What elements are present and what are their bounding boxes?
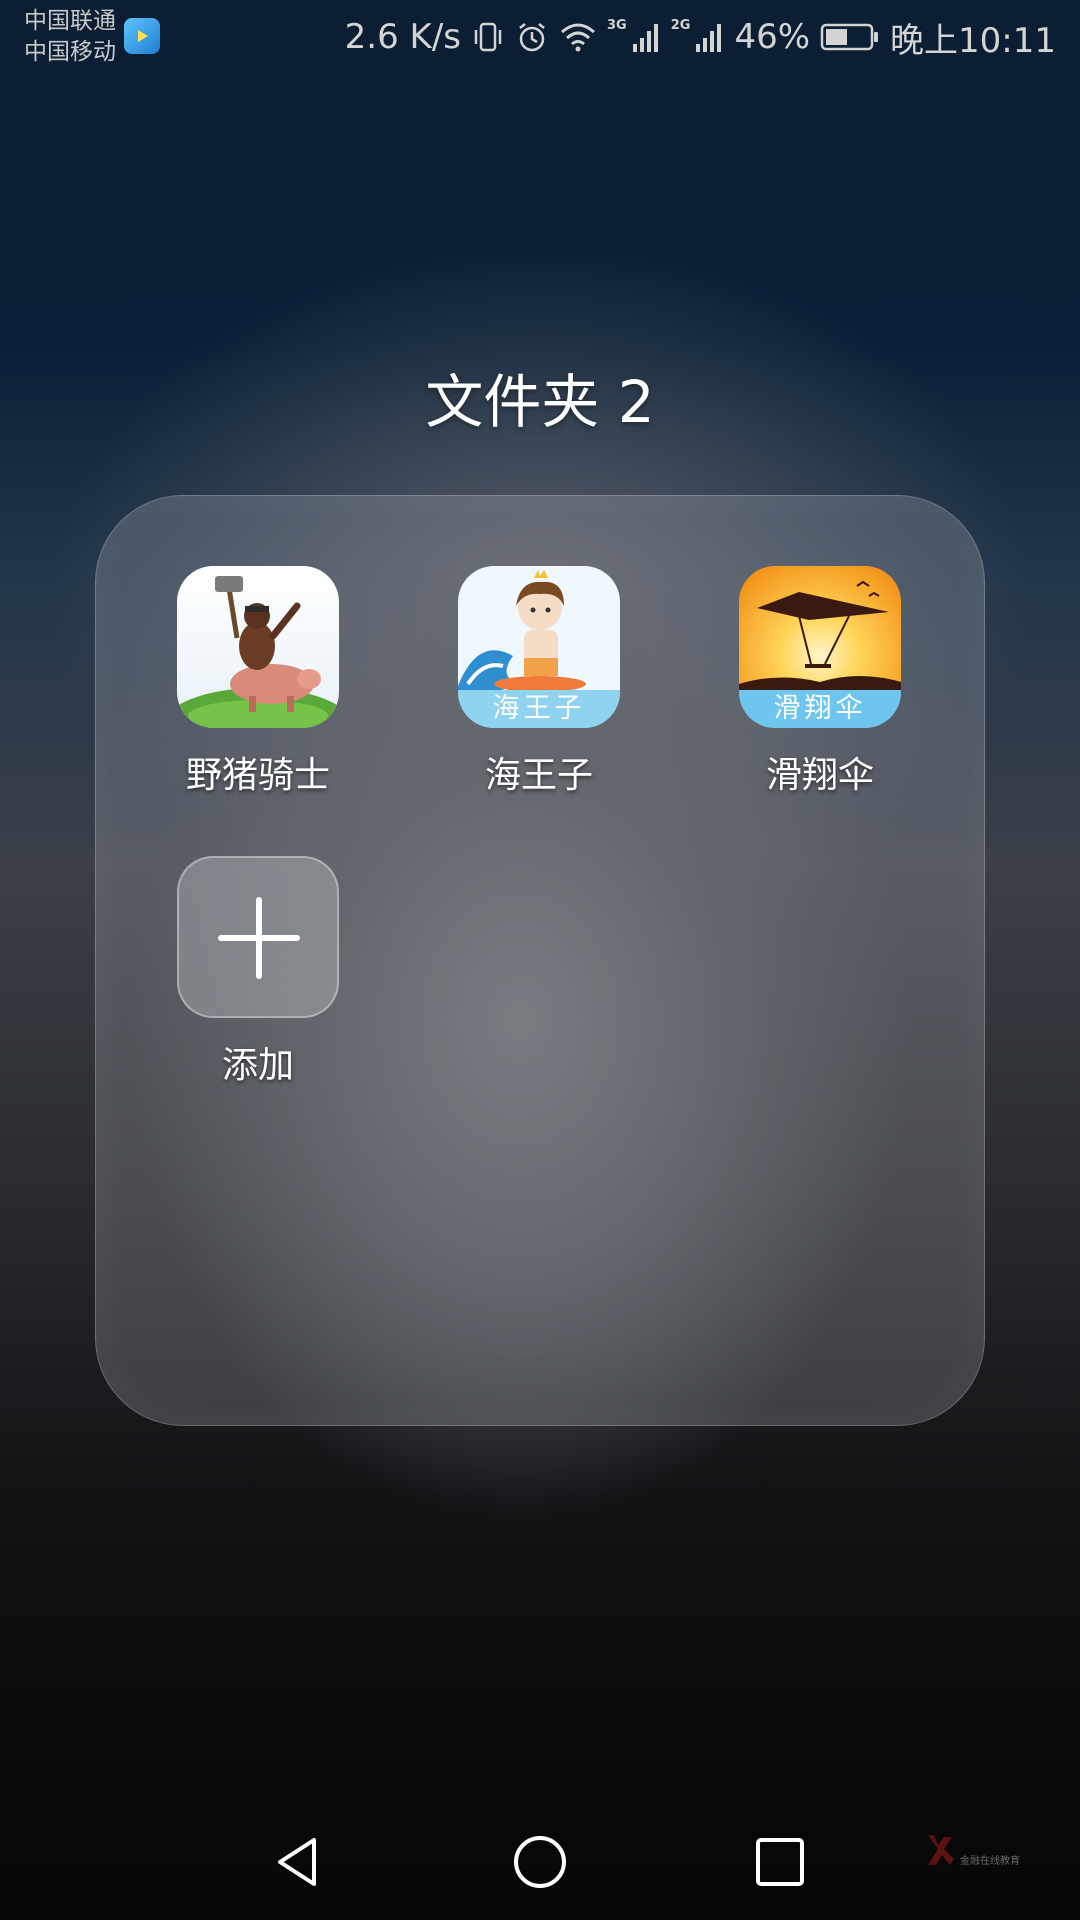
battery-percent: 46% (734, 17, 811, 57)
video-app-notification-icon (124, 18, 160, 54)
sea-prince-app-icon[interactable]: 海王子 (458, 566, 620, 728)
icon-caption: 滑翔伞 (773, 693, 867, 724)
network-type-1: 3G (607, 17, 627, 33)
recents-icon[interactable] (750, 1832, 810, 1892)
network-type-2: 2G (670, 17, 691, 33)
signal-icon (631, 20, 661, 54)
add-app-button[interactable]: 添加 (158, 856, 358, 1088)
add-label: 添加 (221, 1045, 294, 1086)
back-icon[interactable] (270, 1832, 330, 1892)
app-label: 野猪骑士 (185, 755, 330, 796)
vibrate-icon (471, 20, 505, 54)
signal-icon (694, 20, 724, 54)
hang-glider-app-icon[interactable]: 滑翔伞 (739, 566, 901, 728)
alarm-icon (515, 20, 549, 54)
carrier-2: 中国移动 (24, 39, 116, 65)
carrier-info: 中国联通 中国移动 (24, 6, 116, 68)
watermark-logo: 金融在线教育 (924, 1830, 1020, 1870)
navigation-bar: 金融在线教育 (0, 1800, 1080, 1920)
folder-title[interactable]: 文件夹 2 (0, 355, 1080, 439)
status-bar: 中国联通 中国移动 2.6 K/s 3G 2G 46% 晚上10:11 (0, 0, 1080, 72)
plus-icon[interactable] (177, 856, 339, 1018)
app-label: 海王子 (484, 755, 593, 796)
icon-caption: 海王子 (492, 693, 586, 724)
app-hog-rider[interactable]: 野猪骑士 (158, 566, 358, 798)
network-speed: 2.6 K/s (344, 17, 461, 57)
battery-icon (820, 20, 880, 54)
hog-rider-app-icon[interactable] (177, 566, 339, 728)
plus-vertical (256, 897, 262, 979)
status-indicators: 2.6 K/s 3G 2G 46% 晚上10:11 (345, 12, 1056, 62)
carrier-1: 中国联通 (24, 8, 116, 34)
app-sea-prince[interactable]: 海王子 海王子 (439, 566, 639, 798)
app-label: 滑翔伞 (765, 755, 874, 796)
watermark-text: 金融在线教育 (960, 1855, 1020, 1867)
clock: 晚上10:11 (890, 20, 1056, 61)
wifi-icon (559, 20, 597, 54)
home-icon[interactable] (510, 1832, 570, 1892)
folder-panel: 野猪骑士 海王子 海王子 滑翔伞 滑翔伞 添加 (95, 495, 985, 1426)
app-hang-glider[interactable]: 滑翔伞 滑翔伞 (720, 566, 920, 798)
